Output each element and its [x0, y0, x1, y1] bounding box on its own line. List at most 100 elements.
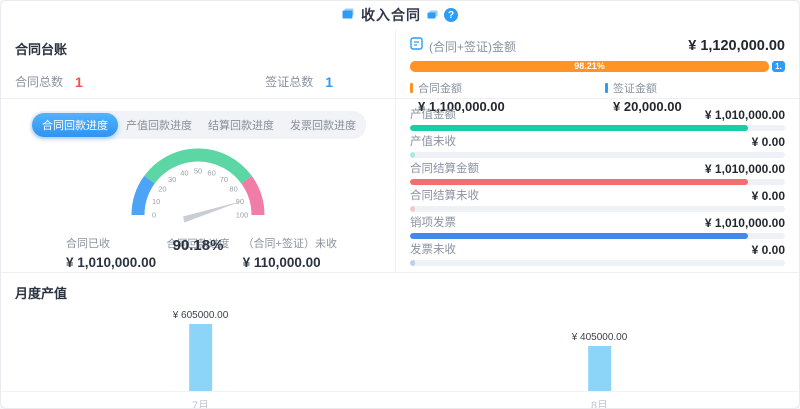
metric-row: 产值未收 ¥ 0.00 [410, 136, 785, 158]
metric-value: ¥ 1,010,000.00 [705, 109, 785, 122]
metric-label: 产值金额 [410, 109, 456, 122]
metric-bar-fill [410, 125, 748, 131]
metric-bar-track [410, 260, 785, 266]
metric-value: ¥ 1,010,000.00 [705, 217, 785, 230]
bar-category-label: 7月 [192, 391, 209, 409]
received-block: 合同已收 ¥ 1,010,000.00 [66, 235, 156, 270]
amount-stacked-bar: 98.21% 1. [410, 61, 785, 72]
monthly-output-section: 月度产值 ¥ 605000.007月¥ 405000.008月 [1, 273, 799, 409]
metric-value: ¥ 0.00 [752, 136, 785, 149]
legend-visa-label: 签证金额 [613, 80, 657, 96]
gauge-tick-label: 20 [158, 185, 166, 194]
contract-amount-pct: 98.21% [574, 62, 605, 71]
bar-value-label: ¥ 405000.00 [572, 332, 628, 343]
bar[interactable] [189, 324, 212, 391]
folder-icon [342, 6, 355, 24]
unreceived-label: （合同+签证）未收 [243, 235, 337, 251]
metric-bar-fill [410, 260, 415, 266]
tab-3[interactable]: 发票回款进度 [282, 113, 364, 137]
visa-total-label: 签证总数 [265, 73, 313, 90]
metric-bar-fill [410, 206, 415, 212]
gauge-segment [138, 180, 149, 215]
gauge-tick-label: 50 [194, 167, 202, 176]
help-icon[interactable]: ? [444, 8, 458, 22]
metric-bar-fill [410, 179, 748, 185]
metric-label: 销项发票 [410, 217, 456, 230]
metric-bar-track [410, 233, 785, 239]
metric-bar-track [410, 179, 785, 185]
received-label: 合同已收 [66, 235, 156, 251]
metric-value: ¥ 0.00 [752, 190, 785, 203]
gauge-needle [183, 201, 243, 223]
unreceived-block: （合同+签证）未收 ¥ 110,000.00 [243, 235, 337, 270]
bar-category-label: 8月 [591, 391, 608, 409]
ledger-counts: 合同总数 1 签证总数 1 [15, 73, 381, 90]
contract-total: 合同总数 1 [15, 73, 83, 90]
progress-tabs-row: 合同回款进度产值回款进度结算回款进度发票回款进度 [1, 111, 395, 139]
ledger-title: 合同台账 [15, 39, 381, 58]
metric-bar-track [410, 206, 785, 212]
metric-row: 合同结算金额 ¥ 1,010,000.00 [410, 163, 785, 185]
gauge-tick-label: 0 [152, 211, 156, 220]
gauge-tick-label: 40 [180, 169, 188, 178]
contract-total-label: 合同总数 [15, 73, 63, 90]
gauge-tick-label: 90 [236, 197, 244, 206]
bar[interactable] [588, 346, 611, 391]
amount-summary-header: (合同+签证)金额 ¥ 1,120,000.00 [410, 37, 785, 55]
visa-total: 签证总数 1 [265, 73, 333, 90]
metric-bar-fill [410, 152, 415, 158]
top-section: 合同台账 合同总数 1 签证总数 1 合同回款进度产值回款进度结算回款进度发票回… [1, 29, 799, 273]
tab-1[interactable]: 产值回款进度 [118, 113, 200, 137]
metric-row: 发票未收 ¥ 0.00 [410, 244, 785, 266]
unreceived-value: ¥ 110,000.00 [243, 255, 337, 270]
metric-value: ¥ 1,010,000.00 [705, 163, 785, 176]
amount-summary: (合同+签证)金额 ¥ 1,120,000.00 98.21% 1. 合同金额 [396, 29, 799, 99]
page-title: 收入合同 [361, 5, 421, 25]
orange-chip-icon [410, 83, 413, 93]
amount-summary-total: ¥ 1,120,000.00 [688, 38, 785, 54]
ledger-summary: 合同台账 合同总数 1 签证总数 1 [1, 29, 395, 99]
metric-bar-track [410, 125, 785, 131]
blue-chip-icon [605, 83, 608, 93]
metric-label: 合同结算未收 [410, 190, 479, 203]
legend-contract-label: 合同金额 [418, 80, 462, 96]
metric-label: 合同结算金额 [410, 163, 479, 176]
metric-label: 发票未收 [410, 244, 456, 257]
document-icon [410, 37, 423, 55]
metric-label: 产值未收 [410, 136, 456, 149]
gauge-tick-label: 30 [168, 175, 176, 184]
metric-bar-fill [410, 233, 748, 239]
visa-amount-segment: 1. [772, 61, 785, 72]
tab-2[interactable]: 结算回款进度 [200, 113, 282, 137]
amount-panel: (合同+签证)金额 ¥ 1,120,000.00 98.21% 1. 合同金额 [396, 29, 799, 272]
received-value: ¥ 1,010,000.00 [66, 255, 156, 270]
bar-column: ¥ 605000.00 7月 [173, 303, 229, 409]
metric-row: 合同结算未收 ¥ 0.00 [410, 190, 785, 212]
contract-total-value: 1 [75, 74, 83, 90]
income-contract-dashboard: 收入合同 ? 合同台账 合同总数 1 签证总数 1 [0, 0, 800, 409]
gauge-tick-label: 10 [152, 197, 160, 206]
contract-ledger-panel: 合同台账 合同总数 1 签证总数 1 合同回款进度产值回款进度结算回款进度发票回… [1, 29, 396, 272]
page-header: 收入合同 ? [1, 1, 799, 29]
legend-visa-value: ¥ 20,000.00 [613, 99, 682, 114]
bar-value-label: ¥ 605000.00 [173, 310, 229, 321]
progress-tabs: 合同回款进度产值回款进度结算回款进度发票回款进度 [30, 111, 366, 139]
gauge-footnotes: 合同已收 ¥ 1,010,000.00 （合同+签证）未收 ¥ 110,000.… [1, 235, 395, 270]
stack-icon [427, 6, 438, 24]
contract-amount-segment: 98.21% [410, 61, 769, 72]
metric-value: ¥ 0.00 [752, 244, 785, 257]
tab-0[interactable]: 合同回款进度 [32, 113, 118, 137]
metrics-list: 产值金额 ¥ 1,010,000.00 产值未收 ¥ 0.00 合同结算金额 ¥ 1,01… [396, 99, 799, 266]
collection-progress-section: 合同回款进度产值回款进度结算回款进度发票回款进度 合同回款进度 0 10 2030 4… [1, 111, 395, 284]
bar-column: ¥ 405000.00 8月 [572, 303, 628, 409]
metric-bar-track [410, 152, 785, 158]
monthly-chart: ¥ 605000.00 7月 ¥ 405000.00 8月 [1, 303, 799, 409]
gauge-tick-label: 80 [229, 185, 237, 194]
metric-row: 销项发票 ¥ 1,010,000.00 [410, 217, 785, 239]
legend-visa-amount: 签证金额 ¥ 20,000.00 [605, 80, 682, 114]
gauge-tick-label: 60 [207, 169, 215, 178]
chart-baseline [1, 391, 799, 392]
visa-total-value: 1 [325, 74, 333, 90]
amount-summary-title: (合同+签证)金额 [429, 38, 516, 55]
gauge-tick-label: 100 [236, 211, 249, 220]
